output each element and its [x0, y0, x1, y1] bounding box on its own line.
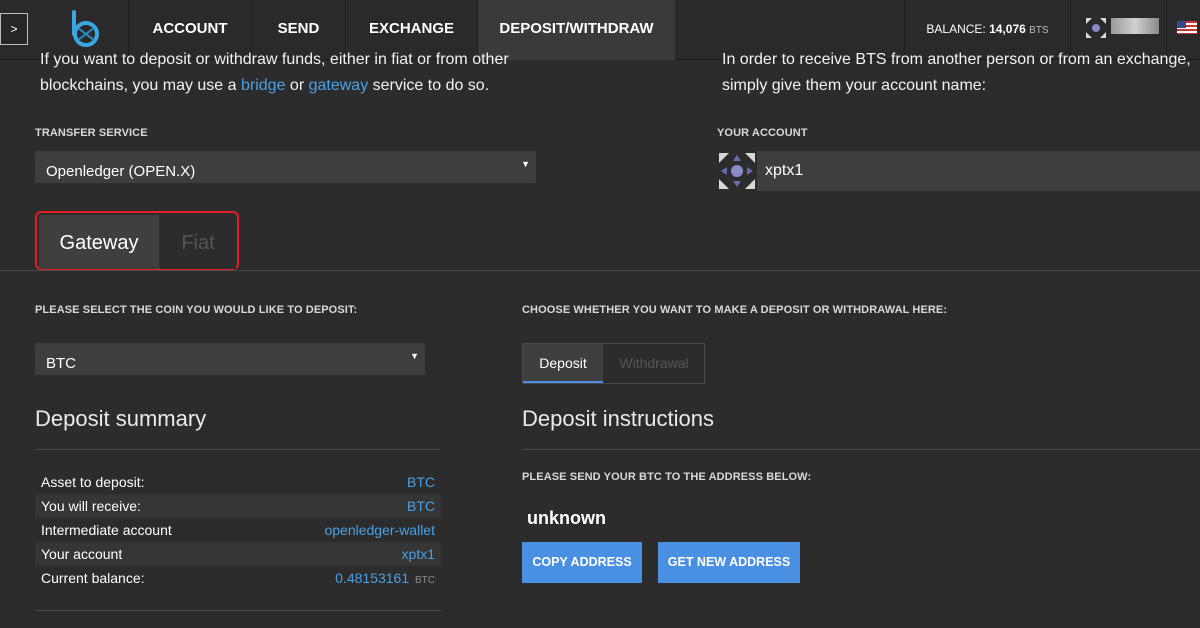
row-key: Intermediate account [41, 522, 172, 538]
intro-right-line2: simply give them your account name: [722, 77, 987, 94]
row-key: Asset to deposit: [41, 474, 145, 490]
account-name-redacted [1111, 18, 1159, 34]
row-value: BTC [407, 474, 435, 490]
your-account-label: YOUR ACCOUNT [717, 127, 808, 139]
balance-unit: BTS [1029, 25, 1049, 36]
row-key: Current balance: [41, 570, 145, 586]
tab-gateway[interactable]: Gateway [39, 215, 159, 269]
tab-fiat[interactable]: Fiat [160, 215, 236, 269]
get-new-address-button[interactable]: GET NEW ADDRESS [658, 542, 800, 583]
gateway-link[interactable]: gateway [309, 77, 369, 94]
transfer-service-label: TRANSFER SERVICE [35, 127, 148, 139]
summary-bottom-divider [35, 610, 441, 611]
table-row: Asset to deposit: BTC [35, 470, 441, 494]
intro-left-line2: blockchains, you may use a bridge or gat… [40, 73, 560, 99]
balance-amount: 0.48153161 [335, 570, 410, 586]
row-value: 0.48153161 BTC [335, 566, 435, 593]
deposit-address: unknown [527, 508, 606, 528]
intro-left-pre: blockchains, you may use a [40, 77, 241, 94]
bridge-link[interactable]: bridge [241, 77, 285, 94]
row-value[interactable]: xptx1 [402, 542, 435, 566]
intro-left-text: If you want to deposit or withdraw funds… [40, 49, 560, 101]
intro-left-line1: If you want to deposit or withdraw funds… [40, 51, 509, 68]
balance-unit: BTC [415, 575, 435, 586]
us-flag-icon [1177, 21, 1197, 34]
withdrawal-mode-button[interactable]: Withdrawal [604, 344, 704, 383]
account-identicon-icon [1085, 17, 1107, 39]
coin-select-label: PLEASE SELECT THE COIN YOU WOULD LIKE TO… [35, 304, 358, 316]
account-identicon-container [717, 151, 757, 191]
tabs-divider [0, 270, 1200, 271]
transfer-service-select[interactable]: Openledger (OPEN.X) ▼ [35, 151, 536, 183]
coin-select[interactable]: BTC ▼ [35, 343, 425, 375]
intro-left-mid: or [285, 77, 309, 94]
dropdown-caret-icon: ▼ [410, 351, 419, 361]
table-row: You will receive: BTC [35, 494, 441, 518]
row-value[interactable]: openledger-wallet [324, 518, 435, 542]
copy-address-button[interactable]: COPY ADDRESS [522, 542, 642, 583]
intro-left-post: service to do so. [368, 77, 490, 94]
balance-value: 14,076 [989, 22, 1026, 36]
balance-label: BALANCE: [926, 22, 986, 36]
row-key: Your account [41, 546, 123, 562]
instructions-divider [522, 449, 1200, 450]
your-account-name: xptx1 [765, 162, 804, 179]
summary-divider [35, 449, 441, 450]
row-value: BTC [407, 498, 435, 514]
your-account-field[interactable]: xptx1 [717, 151, 1200, 191]
table-row: Intermediate account openledger-wallet [35, 518, 441, 542]
row-key: You will receive: [41, 498, 141, 514]
table-row: Your account xptx1 [35, 542, 441, 566]
deposit-mode-button[interactable]: Deposit [523, 344, 603, 383]
deposit-withdraw-toggle: Deposit Withdrawal [522, 343, 705, 384]
deposit-summary-title: Deposit summary [35, 406, 207, 431]
dropdown-caret-icon: ▼ [521, 159, 530, 169]
deposit-instructions-title: Deposit instructions [522, 406, 714, 431]
bitshares-logo-icon[interactable] [66, 10, 102, 48]
intro-right-line1: In order to receive BTS from another per… [722, 51, 1191, 68]
coin-select-value: BTC [46, 355, 76, 372]
deposit-summary-table: Asset to deposit: BTC You will receive: … [35, 470, 441, 590]
send-address-label: PLEASE SEND YOUR BTC TO THE ADDRESS BELO… [522, 471, 812, 483]
menu-toggle-button[interactable]: > [0, 13, 28, 45]
intro-right-text: In order to receive BTS from another per… [722, 49, 1200, 101]
account-identicon-icon [717, 151, 757, 191]
transfer-service-value: Openledger (OPEN.X) [46, 163, 196, 180]
table-row: Current balance: 0.48153161 BTC [35, 566, 441, 590]
mode-label: CHOOSE WHETHER YOU WANT TO MAKE A DEPOSI… [522, 304, 948, 316]
